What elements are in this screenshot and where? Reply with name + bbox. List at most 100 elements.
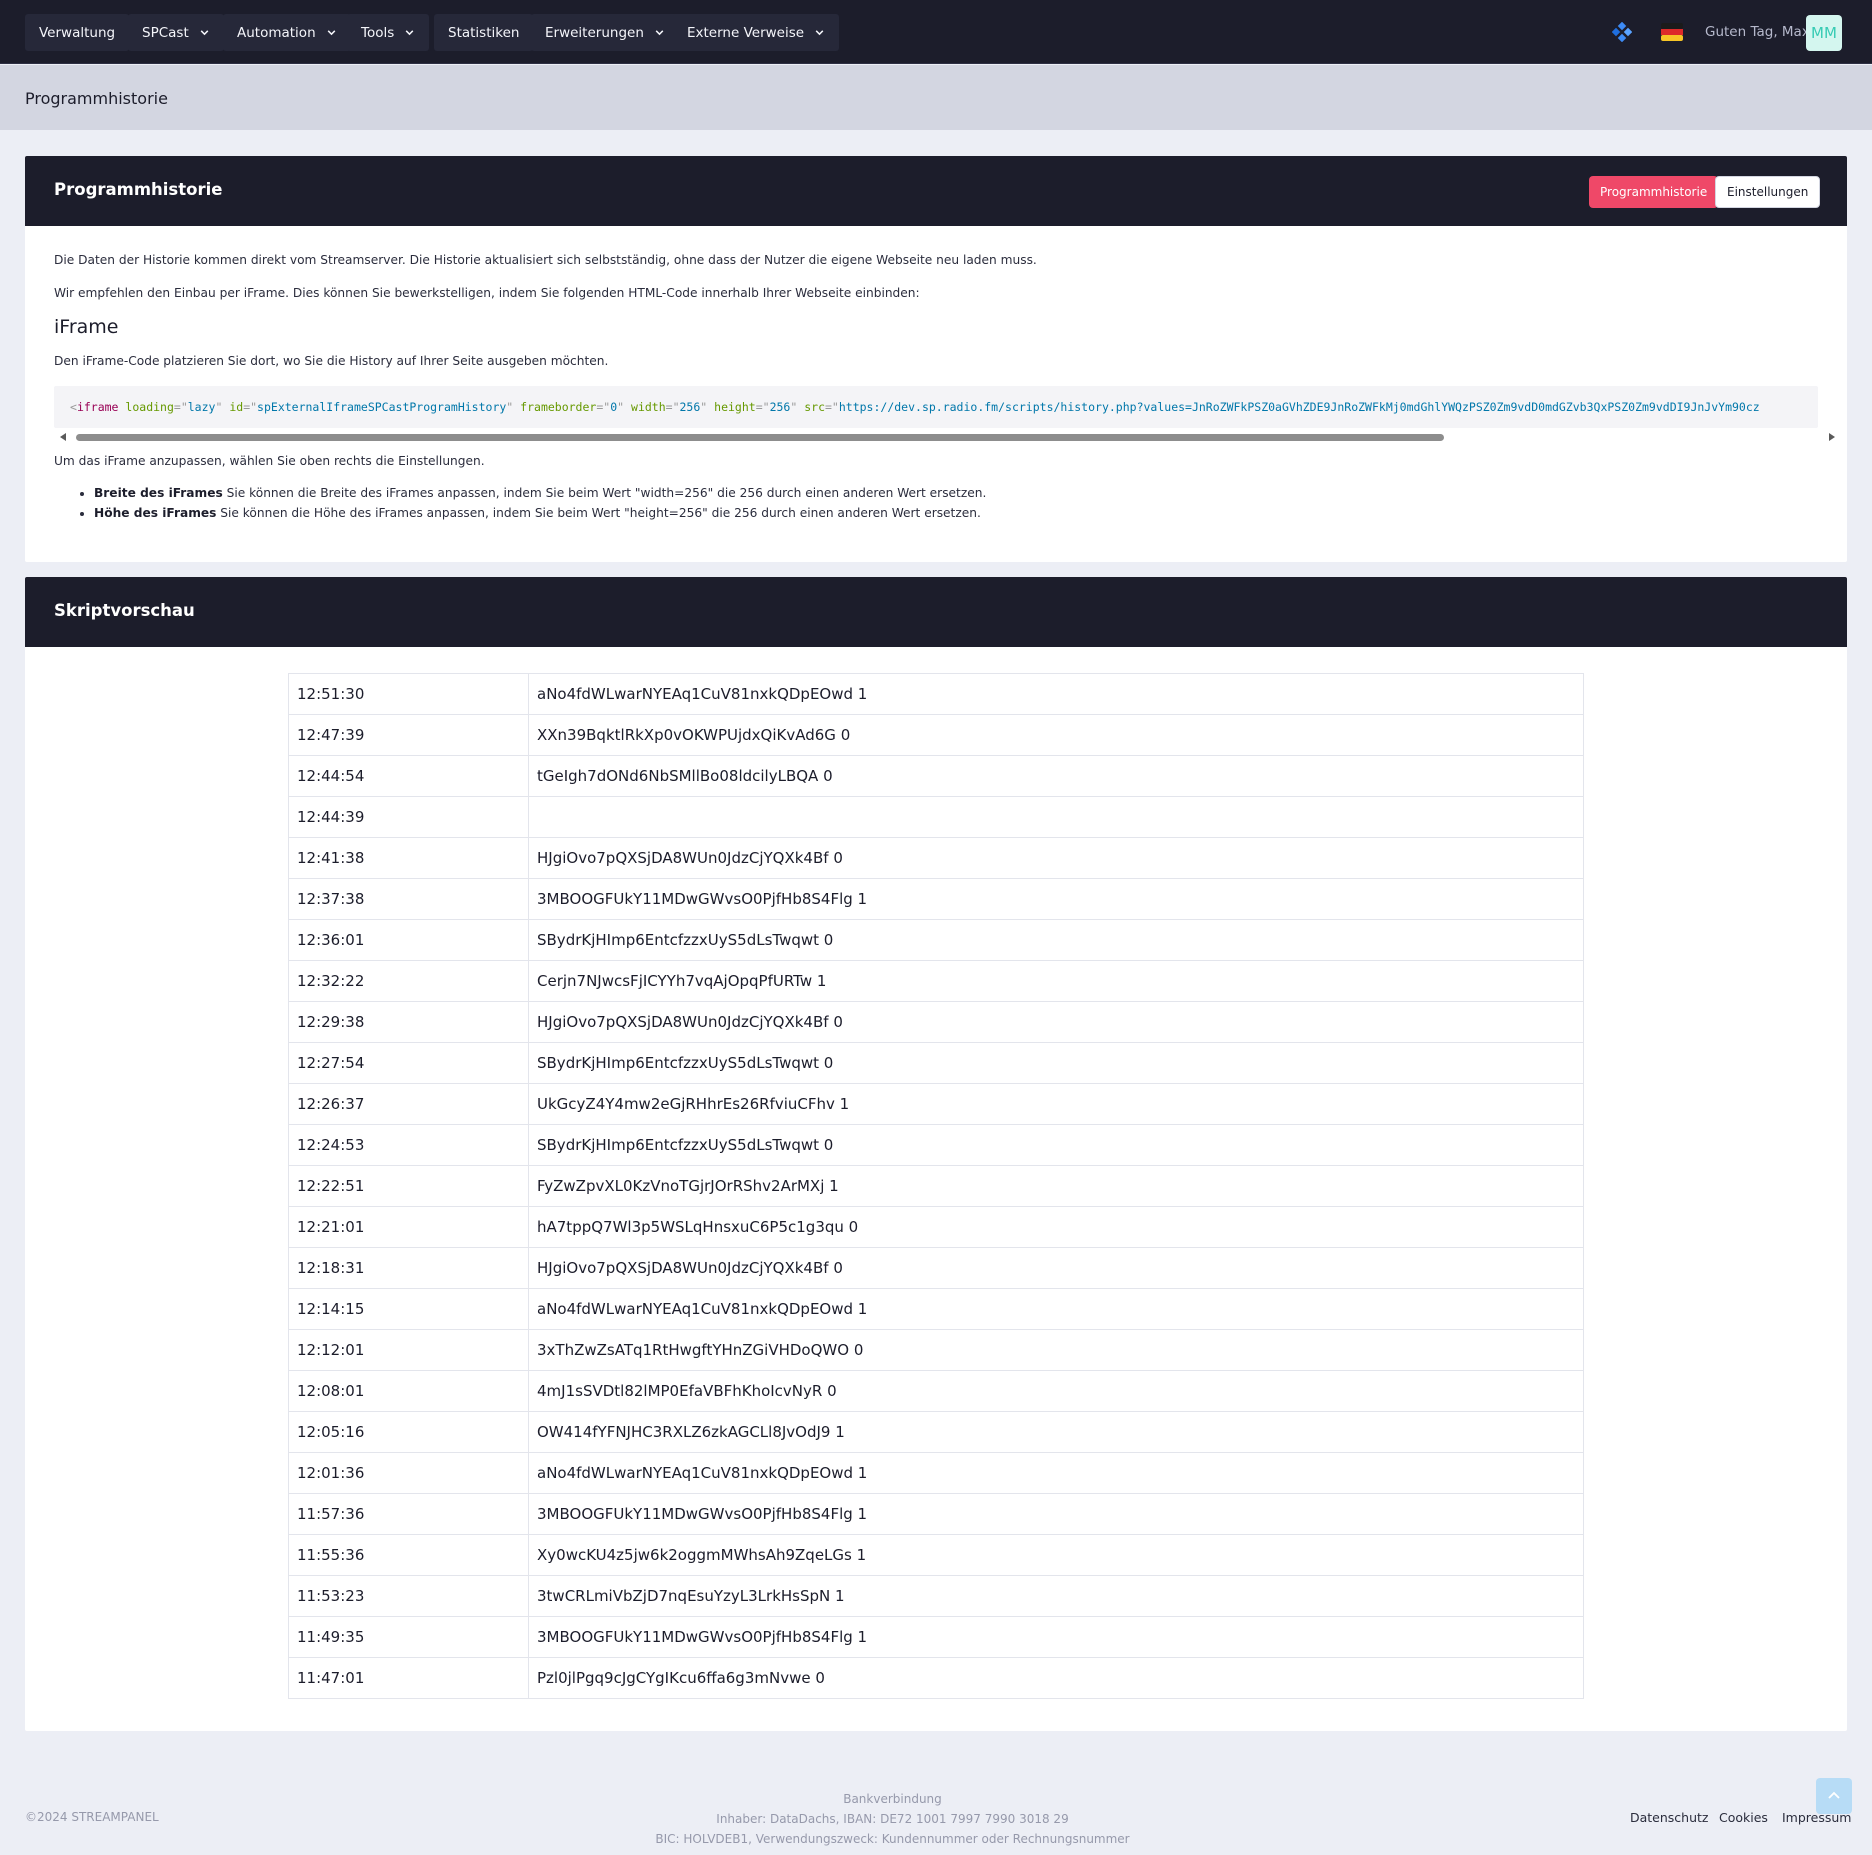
table-row: 12:47:39 XXn39BqktlRkXp0vOKWPUjdxQiKvAd6G… <box>288 714 1584 756</box>
iframe-code[interactable]: <iframe loading="lazy" id="spExternalIfr… <box>70 400 1760 414</box>
widget-icon[interactable] <box>1612 22 1632 42</box>
greeting-text: Guten Tag, Max <box>1705 24 1810 40</box>
history-time-cell: 12:08:01 <box>288 1370 529 1412</box>
code-attr-name: height <box>714 400 756 414</box>
history-title-cell: 3MBOOGFUkY11MDwGWvsO0PjfHb8S4Flg 1 <box>528 1616 1584 1658</box>
table-row: 12:21:01 hA7tppQ7Wl3p5WSLqHnsxuC6P5c1g3qu… <box>288 1206 1584 1248</box>
bullet-text: Sie können die Höhe des iFrames anpassen… <box>216 506 981 520</box>
scroll-left-arrow[interactable] <box>60 433 66 441</box>
link-datenschutz[interactable]: Datenschutz <box>1630 1810 1709 1825</box>
table-row: 11:47:01 Pzl0jlPgq9cJgCYgIKcu6ffa6g3mNvwe… <box>288 1657 1584 1699</box>
history-time-cell: 12:14:15 <box>288 1288 529 1330</box>
card-header: Skriptvorschau <box>25 577 1847 647</box>
iframe-placement-text: Den iFrame-Code platzieren Sie dort, wo … <box>54 354 609 368</box>
iframe-heading: iFrame <box>54 316 119 338</box>
history-title-cell: HJgiOvo7pQXSjDA8WUn0JdzCjYQXk4Bf 0 <box>528 1247 1584 1289</box>
code-attr-name: src <box>804 400 825 414</box>
history-title-cell: UkGcyZ4Y4mw2eGjRHhrEs26RfviuCFhv 1 <box>528 1083 1584 1125</box>
list-item: Breite des iFrames Sie können die Breite… <box>94 484 986 504</box>
nav-statistiken[interactable]: Statistiken <box>434 14 534 51</box>
history-title-cell: Pzl0jlPgq9cJgCYgIKcu6ffa6g3mNvwe 0 <box>528 1657 1584 1699</box>
card-title: Skriptvorschau <box>54 601 195 620</box>
table-row: 12:44:54 tGeIgh7dONd6NbSMllBo08ldcilyLBQA… <box>288 755 1584 797</box>
history-title-cell: SBydrKjHImp6EntcfzzxUyS5dLsTwqwt 0 <box>528 1042 1584 1084</box>
history-title-cell: aNo4fdWLwarNYEAq1CuV81nxkQDpEOwd 1 <box>528 1452 1584 1494</box>
history-time-cell: 11:49:35 <box>288 1616 529 1658</box>
programmhistorie-button[interactable]: Programmhistorie <box>1589 176 1719 208</box>
history-time-cell: 11:57:36 <box>288 1493 529 1535</box>
table-row: 12:24:53 SBydrKjHImp6EntcfzzxUyS5dLsTwqwt… <box>288 1124 1584 1166</box>
nav-erweiterungen[interactable]: Erweiterungen <box>531 14 679 51</box>
table-row: 12:18:31 HJgiOvo7pQXSjDA8WUn0JdzCjYQXk4Bf… <box>288 1247 1584 1289</box>
code-attr-value: 256 <box>769 400 791 414</box>
history-title-cell: OW414fYFNJHC3RXLZ6zkAGCLl8JvOdJ9 1 <box>528 1411 1584 1453</box>
history-time-cell: 12:01:36 <box>288 1452 529 1494</box>
top-navigation: Verwaltung SPCast Automation Tools Stati… <box>0 0 1872 64</box>
avatar[interactable]: MM <box>1806 15 1842 51</box>
table-row: 12:44:39 <box>288 796 1584 838</box>
history-title-cell: 3MBOOGFUkY11MDwGWvsO0PjfHb8S4Flg 1 <box>528 878 1584 920</box>
code-attr-value: https://dev.sp.radio.fm/scripts/history.… <box>838 400 1760 414</box>
bank-line-1: Inhaber: DataDachs, IBAN: DE72 1001 7997… <box>716 1812 1069 1826</box>
nav-externe-verweise[interactable]: Externe Verweise <box>673 14 840 51</box>
table-row: 12:37:38 3MBOOGFUkY11MDwGWvsO0PjfHb8S4Flg… <box>288 878 1584 920</box>
code-scrollbar[interactable] <box>54 431 1835 443</box>
history-time-cell: 12:32:22 <box>288 960 529 1002</box>
table-row: 12:27:54 SBydrKjHImp6EntcfzzxUyS5dLsTwqwt… <box>288 1042 1584 1084</box>
chevron-down-icon <box>327 30 335 36</box>
history-time-cell: 12:44:54 <box>288 755 529 797</box>
table-row: 12:01:36 aNo4fdWLwarNYEAq1CuV81nxkQDpEOwd… <box>288 1452 1584 1494</box>
chevron-down-icon <box>655 30 664 36</box>
table-row: 12:22:51 FyZwZpvXL0KzVnoTGjrJOrRShv2ArMXj… <box>288 1165 1584 1207</box>
table-row: 12:41:38 HJgiOvo7pQXSjDA8WUn0JdzCjYQXk4Bf… <box>288 837 1584 879</box>
history-time-cell: 12:36:01 <box>288 919 529 961</box>
code-attr-value: lazy <box>187 400 216 414</box>
german-flag-icon[interactable] <box>1661 23 1683 41</box>
history-time-cell: 11:55:36 <box>288 1534 529 1576</box>
history-title-cell: HJgiOvo7pQXSjDA8WUn0JdzCjYQXk4Bf 0 <box>528 1001 1584 1043</box>
table-row: 12:08:01 4mJ1sSVDtl82lMP0EfaVBFhKhoIcvNyR… <box>288 1370 1584 1412</box>
code-attr-name: id <box>229 400 244 414</box>
nav-label: SPCast <box>142 24 189 41</box>
nav-label: Erweiterungen <box>545 24 644 41</box>
nav-tools[interactable]: Tools <box>347 14 430 51</box>
table-row: 12:51:30 aNo4fdWLwarNYEAq1CuV81nxkQDpEOwd… <box>288 673 1584 715</box>
code-tag: iframe <box>76 400 119 414</box>
iframe-code-block[interactable]: <iframe loading="lazy" id="spExternalIfr… <box>54 386 1818 428</box>
history-title-cell: tGeIgh7dONd6NbSMllBo08ldcilyLBQA 0 <box>528 755 1584 797</box>
nav-verwaltung[interactable]: Verwaltung <box>25 14 130 51</box>
history-time-cell: 12:24:53 <box>288 1124 529 1166</box>
history-title-cell: 3MBOOGFUkY11MDwGWvsO0PjfHb8S4Flg 1 <box>528 1493 1584 1535</box>
nav-automation[interactable]: Automation <box>223 14 351 51</box>
description-text: Die Daten der Historie kommen direkt vom… <box>54 253 1037 267</box>
nav-spcast[interactable]: SPCast <box>128 14 224 51</box>
chevron-down-icon <box>815 30 824 36</box>
history-time-cell: 12:26:37 <box>288 1083 529 1125</box>
customize-text: Um das iFrame anzupassen, wählen Sie obe… <box>54 454 485 468</box>
nav-label: Externe Verweise <box>687 24 805 41</box>
table-row: 11:49:35 3MBOOGFUkY11MDwGWvsO0PjfHb8S4Flg… <box>288 1616 1584 1658</box>
code-attr-name: frameborder <box>520 400 597 414</box>
nav-label: Tools <box>361 24 395 41</box>
history-title-cell: Cerjn7NJwcsFjICYYh7vqAjOpqPfURTw 1 <box>528 960 1584 1002</box>
history-title-cell: HJgiOvo7pQXSjDA8WUn0JdzCjYQXk4Bf 0 <box>528 837 1584 879</box>
customize-list: Breite des iFrames Sie können die Breite… <box>94 484 986 524</box>
einstellungen-button[interactable]: Einstellungen <box>1715 176 1821 208</box>
link-cookies[interactable]: Cookies <box>1719 1810 1768 1825</box>
history-time-cell: 12:05:16 <box>288 1411 529 1453</box>
history-title-cell: SBydrKjHImp6EntcfzzxUyS5dLsTwqwt 0 <box>528 919 1584 961</box>
card-title: Programmhistorie <box>54 180 223 199</box>
history-time-cell: 12:51:30 <box>288 673 529 715</box>
table-row: 12:14:15 aNo4fdWLwarNYEAq1CuV81nxkQDpEOwd… <box>288 1288 1584 1330</box>
table-row: 11:57:36 3MBOOGFUkY11MDwGWvsO0PjfHb8S4Flg… <box>288 1493 1584 1535</box>
bullet-bold: Höhe des iFrames <box>94 506 217 520</box>
history-time-cell: 12:18:31 <box>288 1247 529 1289</box>
scroll-right-arrow[interactable] <box>1829 433 1835 441</box>
history-time-cell: 11:47:01 <box>288 1657 529 1699</box>
bullet-bold: Breite des iFrames <box>94 486 223 500</box>
scroll-thumb[interactable] <box>76 434 1444 441</box>
history-title-cell: hA7tppQ7Wl3p5WSLqHnsxuC6P5c1g3qu 0 <box>528 1206 1584 1248</box>
scroll-to-top-button[interactable] <box>1816 1778 1852 1814</box>
history-time-cell: 12:21:01 <box>288 1206 529 1248</box>
recommendation-text: Wir empfehlen den Einbau per iFrame. Die… <box>54 286 920 300</box>
